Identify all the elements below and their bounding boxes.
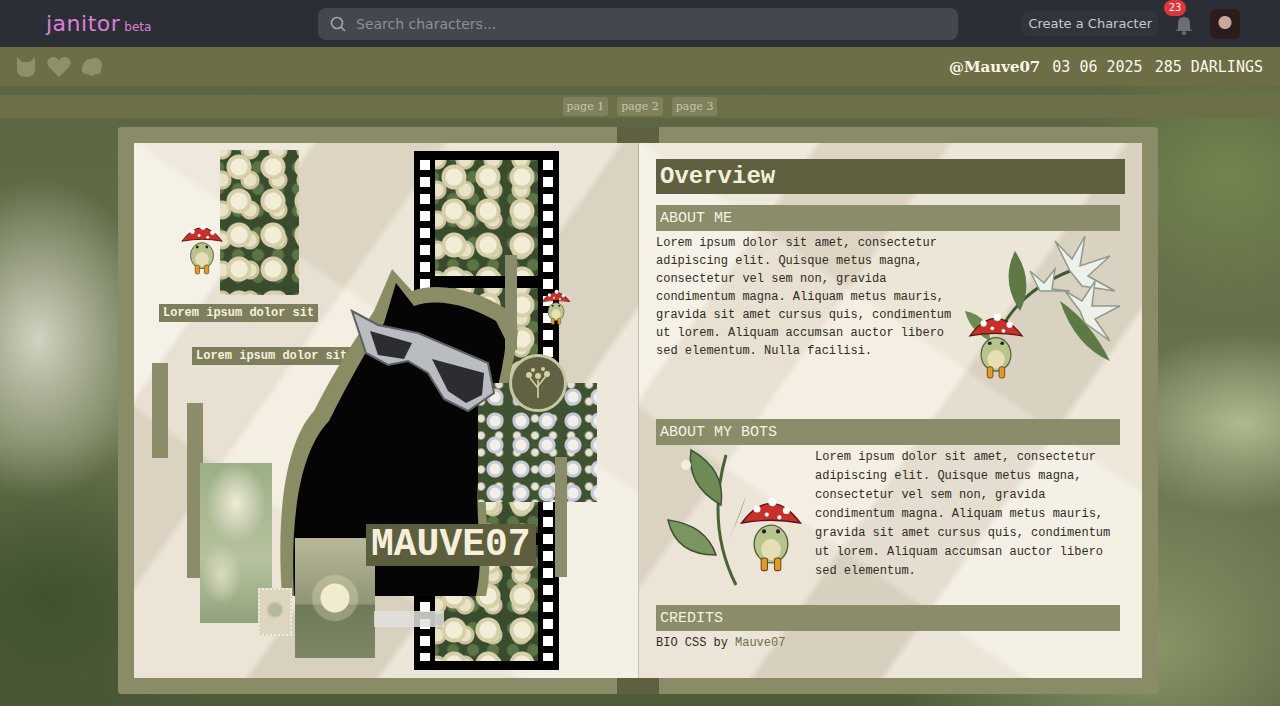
left-page: Lorem ipsum dolor sitLorem ipsum dolor s… [134, 143, 638, 678]
credits-text: BIO CSS by [656, 636, 728, 650]
tape-strip [374, 611, 444, 627]
flower-icon [521, 366, 555, 400]
profile-date: 03 06 2025 [1052, 58, 1142, 76]
bio-book: Lorem ipsum dolor sit Lorem ipsum dolor s… [118, 127, 1158, 694]
film-frame [435, 160, 538, 276]
page-button[interactable]: page 2 [617, 97, 663, 116]
page-button[interactable]: page 1 [563, 97, 609, 116]
notifications-button[interactable]: 23 [1172, 12, 1196, 36]
search-input[interactable] [354, 15, 946, 33]
logo[interactable]: janitor beta [46, 11, 318, 36]
spine-top [617, 127, 659, 143]
page-button[interactable]: page 3 [672, 97, 718, 116]
decor-bar [505, 255, 517, 350]
frog-icon [965, 303, 1027, 381]
decor-bar [152, 363, 168, 458]
mushroom-icon [536, 285, 576, 325]
frog-icon [736, 465, 806, 595]
create-character-button[interactable]: Create a Character [1022, 11, 1158, 36]
flower-badge [509, 354, 567, 412]
spine-bottom [617, 678, 659, 694]
beta-tag: beta [124, 20, 151, 34]
sunglasses-icon [348, 303, 498, 413]
section-body: Lorem ipsum dolor sit amet, consectetur … [815, 445, 1117, 595]
section-heading: ABOUT MY BOTS [656, 419, 1120, 445]
avatar[interactable] [1210, 9, 1240, 39]
frog-icon [178, 217, 226, 275]
credits-author[interactable]: Mauve07 [735, 636, 785, 650]
notification-badge: 23 [1164, 0, 1186, 16]
lily-frog-picture [960, 231, 1125, 386]
mushroom-frog-sticker [178, 217, 226, 275]
profile-name: MAUVE07 [366, 524, 536, 566]
cat-icon[interactable] [14, 55, 38, 79]
top-nav: janitor beta Create a Character 23 [0, 0, 1280, 47]
mushroom-sticker [536, 285, 576, 325]
follower-count: 285 DARLINGS [1155, 58, 1263, 76]
profile-bar: @Mauve07 03 06 2025 285 DARLINGS [0, 47, 1280, 86]
profile-handle[interactable]: @Mauve07 [949, 58, 1040, 76]
credits-heading: CREDITS [656, 605, 1120, 631]
overview-title: Overview [656, 159, 1125, 194]
credits-line: BIO CSS by Mauve07 [656, 636, 1125, 650]
decor-bar [555, 457, 567, 577]
leaf-icon [666, 445, 746, 595]
heart-icon[interactable] [46, 55, 72, 79]
section-row: Lorem ipsum dolor sit amet, consectetur … [656, 445, 1125, 595]
logo-text[interactable]: janitor [46, 11, 120, 36]
right-page: OverviewABOUT MELorem ipsum dolor sit am… [638, 143, 1142, 678]
moon-picture [295, 538, 375, 658]
search-icon [330, 16, 346, 32]
collage-label: Lorem ipsum dolor sit [159, 304, 318, 322]
section-heading: ABOUT ME [656, 205, 1120, 231]
pagination-bar: page 1 page 2 page 3 [0, 95, 1280, 118]
leaf-icon[interactable] [80, 56, 104, 78]
stamp-picture [258, 588, 292, 636]
frog-picture [656, 445, 806, 595]
rose-picture [220, 150, 299, 295]
section-row: Lorem ipsum dolor sit amet, consectetur … [656, 231, 1125, 391]
search-bar[interactable] [318, 8, 958, 40]
bell-icon [1172, 12, 1196, 40]
section-body: Lorem ipsum dolor sit amet, consectetur … [656, 231, 958, 391]
